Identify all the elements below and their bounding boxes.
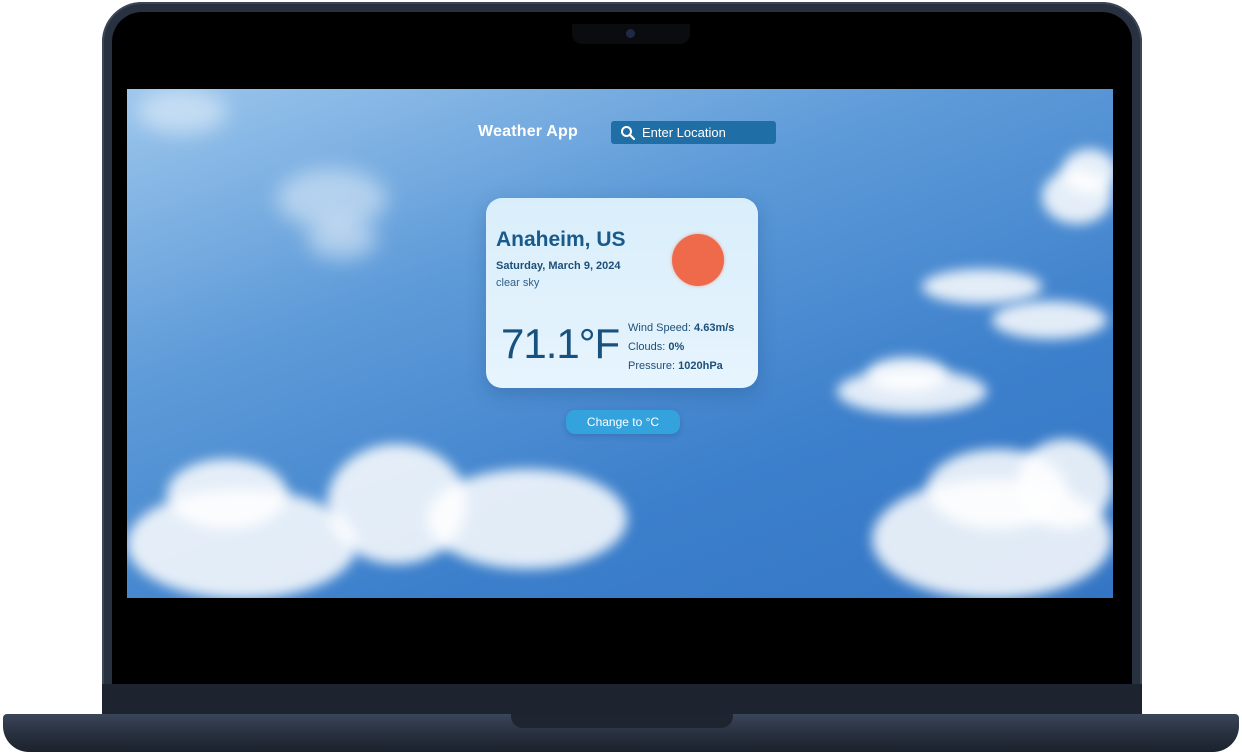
weather-stats: Wind Speed: 4.63m/s Clouds: 0% Pressure:… xyxy=(628,319,734,376)
search-icon xyxy=(620,125,636,141)
location-input[interactable] xyxy=(642,125,772,140)
wind-speed-label: Wind Speed: xyxy=(628,322,695,334)
clouds-value: 0% xyxy=(668,341,685,353)
pressure-row: Pressure: 1020hPa xyxy=(628,357,734,376)
pressure-label: Pressure: xyxy=(628,360,679,372)
laptop-base xyxy=(3,714,1239,752)
webcam-icon xyxy=(627,30,634,37)
weather-card: Anaheim, US Saturday, March 9, 2024 clea… xyxy=(486,198,758,388)
clouds-row: Clouds: 0% xyxy=(628,338,734,357)
sun-icon xyxy=(672,234,724,286)
base-notch xyxy=(511,714,733,728)
app-screen: Weather App Anaheim, US Saturday, March … xyxy=(127,89,1113,598)
wind-speed-row: Wind Speed: 4.63m/s xyxy=(628,319,734,338)
current-date: Saturday, March 9, 2024 xyxy=(496,260,621,272)
unit-toggle-button[interactable]: Change to °C xyxy=(566,410,680,434)
pressure-value: 1020hPa xyxy=(678,360,723,372)
temperature-reading: 71.1°F xyxy=(501,320,620,367)
clouds-label: Clouds: xyxy=(628,341,669,353)
app-title: Weather App xyxy=(478,123,578,140)
city-name: Anaheim, US xyxy=(496,228,626,251)
location-search[interactable] xyxy=(611,121,776,144)
camera-notch xyxy=(572,24,690,44)
laptop-mockup: Weather App Anaheim, US Saturday, March … xyxy=(0,0,1242,756)
laptop-chin xyxy=(102,684,1142,718)
app-header: Weather App xyxy=(127,120,1113,146)
wind-speed-value: 4.63m/s xyxy=(694,322,735,334)
weather-description: clear sky xyxy=(496,277,540,289)
